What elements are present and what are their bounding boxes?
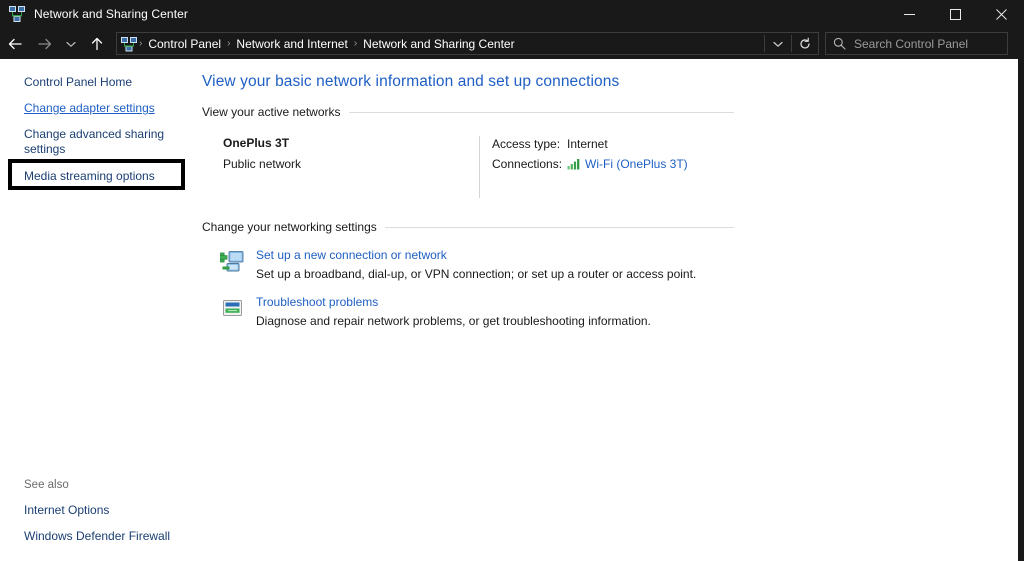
see-also-section: See also Internet Options Windows Defend… <box>0 479 196 561</box>
back-arrow-icon <box>8 38 22 49</box>
breadcrumb-separator: › <box>139 38 143 49</box>
access-type-value: Internet <box>567 137 608 151</box>
sidebar-item-control-panel-home[interactable]: Control Panel Home <box>0 75 165 90</box>
setting-title-new-connection[interactable]: Set up a new connection or network <box>256 248 696 262</box>
breadcrumb-item-network-and-internet[interactable]: Network and Internet <box>232 37 351 51</box>
search-input[interactable]: Search Control Panel <box>854 37 968 51</box>
access-type-label: Access type: <box>492 137 561 151</box>
network-entry: OnePlus 3T Public network <box>202 136 479 198</box>
setting-description-new-connection: Set up a broadband, dial-up, or VPN conn… <box>256 267 697 281</box>
troubleshoot-icon <box>223 300 242 316</box>
address-bar[interactable]: › Control Panel › Network and Internet ›… <box>116 32 819 55</box>
forward-button[interactable] <box>30 28 60 59</box>
close-button[interactable] <box>978 0 1024 28</box>
network-sharing-icon <box>9 6 25 22</box>
close-icon <box>995 8 1007 20</box>
sidebar-item-change-advanced-sharing-settings[interactable]: Change advanced sharing settings <box>0 127 165 157</box>
recent-locations-button[interactable] <box>60 28 82 59</box>
setting-title-troubleshoot[interactable]: Troubleshoot problems <box>256 295 651 309</box>
window-title: Network and Sharing Center <box>34 7 189 21</box>
see-also-title: See also <box>24 479 69 491</box>
chevron-down-icon <box>773 41 783 47</box>
networking-settings-heading-text: Change your networking settings <box>202 220 377 234</box>
title-bar: Network and Sharing Center <box>0 0 1024 28</box>
previous-locations-button[interactable] <box>765 33 791 54</box>
chevron-down-icon <box>66 41 76 47</box>
wifi-signal-icon <box>567 159 580 170</box>
minimize-icon <box>903 13 915 15</box>
back-button[interactable] <box>0 28 30 59</box>
address-bar-actions <box>764 33 818 54</box>
setting-item-troubleshoot[interactable]: Troubleshoot problems Diagnose and repai… <box>202 295 1024 328</box>
network-sharing-center-window: Network and Sharing Center › Control Pan… <box>0 0 1024 561</box>
breadcrumb-network-icon <box>121 36 137 51</box>
connections-value-link[interactable]: Wi-Fi (OnePlus 3T) <box>585 157 688 171</box>
section-divider <box>348 111 734 113</box>
breadcrumb-item-control-panel[interactable]: Control Panel <box>144 37 225 51</box>
page-title: View your basic network information and … <box>202 73 620 90</box>
window-right-border <box>1018 59 1024 561</box>
network-name: OnePlus 3T <box>223 136 290 150</box>
minimize-button[interactable] <box>886 0 932 28</box>
section-divider <box>384 226 734 228</box>
active-networks-list: OnePlus 3T Public network Access type: I… <box>202 136 1024 198</box>
up-arrow-icon <box>91 37 103 50</box>
setting-text-wrapper: Set up a new connection or network Set u… <box>252 248 696 281</box>
search-icon <box>833 37 846 50</box>
up-button[interactable] <box>82 28 112 59</box>
see-also-link-internet-options[interactable]: Internet Options <box>24 503 196 517</box>
breadcrumb-item-network-and-sharing-center[interactable]: Network and Sharing Center <box>359 37 518 51</box>
setting-icon-wrapper <box>220 295 252 328</box>
main-content: View your basic network information and … <box>196 59 1024 561</box>
sidebar-item-media-streaming-options[interactable]: Media streaming options <box>0 169 165 184</box>
active-networks-heading: View your active networks <box>202 105 734 119</box>
maximize-button[interactable] <box>932 0 978 28</box>
see-also-link-windows-defender-firewall[interactable]: Windows Defender Firewall <box>24 529 196 543</box>
caption-buttons <box>886 0 1024 28</box>
new-connection-icon <box>220 251 244 272</box>
setting-description-troubleshoot: Diagnose and repair network problems, or… <box>256 314 651 328</box>
networking-settings-heading: Change your networking settings <box>202 220 734 234</box>
setting-text-wrapper: Troubleshoot problems Diagnose and repai… <box>252 295 651 328</box>
active-networks-heading-text: View your active networks <box>202 105 341 119</box>
setting-icon-wrapper <box>220 248 252 281</box>
refresh-icon <box>800 37 810 49</box>
breadcrumb: › Control Panel › Network and Internet ›… <box>137 37 519 51</box>
refresh-button[interactable] <box>792 33 818 54</box>
setting-item-new-connection[interactable]: Set up a new connection or network Set u… <box>202 248 1024 281</box>
navigation-bar: › Control Panel › Network and Internet ›… <box>0 28 1024 59</box>
sidebar-item-change-adapter-settings[interactable]: Change adapter settings <box>0 101 165 116</box>
network-details: Access type: Internet Connections: Wi-Fi… <box>492 136 688 198</box>
connections-label: Connections: <box>492 157 563 171</box>
forward-arrow-icon <box>38 38 52 49</box>
networking-settings-section: Change your networking settings Set up a… <box>202 220 1024 328</box>
body-area: Control Panel Home Change adapter settin… <box>0 59 1024 561</box>
breadcrumb-separator: › <box>353 38 358 49</box>
breadcrumb-separator: › <box>227 38 231 49</box>
network-vertical-divider <box>479 136 480 198</box>
maximize-icon <box>949 8 961 20</box>
search-box[interactable]: Search Control Panel <box>825 32 1008 55</box>
network-type: Public network <box>223 157 302 171</box>
connections-row: Connections: Wi-Fi (OnePlus 3T) <box>492 157 688 171</box>
access-type-row: Access type: Internet <box>492 137 688 151</box>
sidebar: Control Panel Home Change adapter settin… <box>0 59 196 561</box>
